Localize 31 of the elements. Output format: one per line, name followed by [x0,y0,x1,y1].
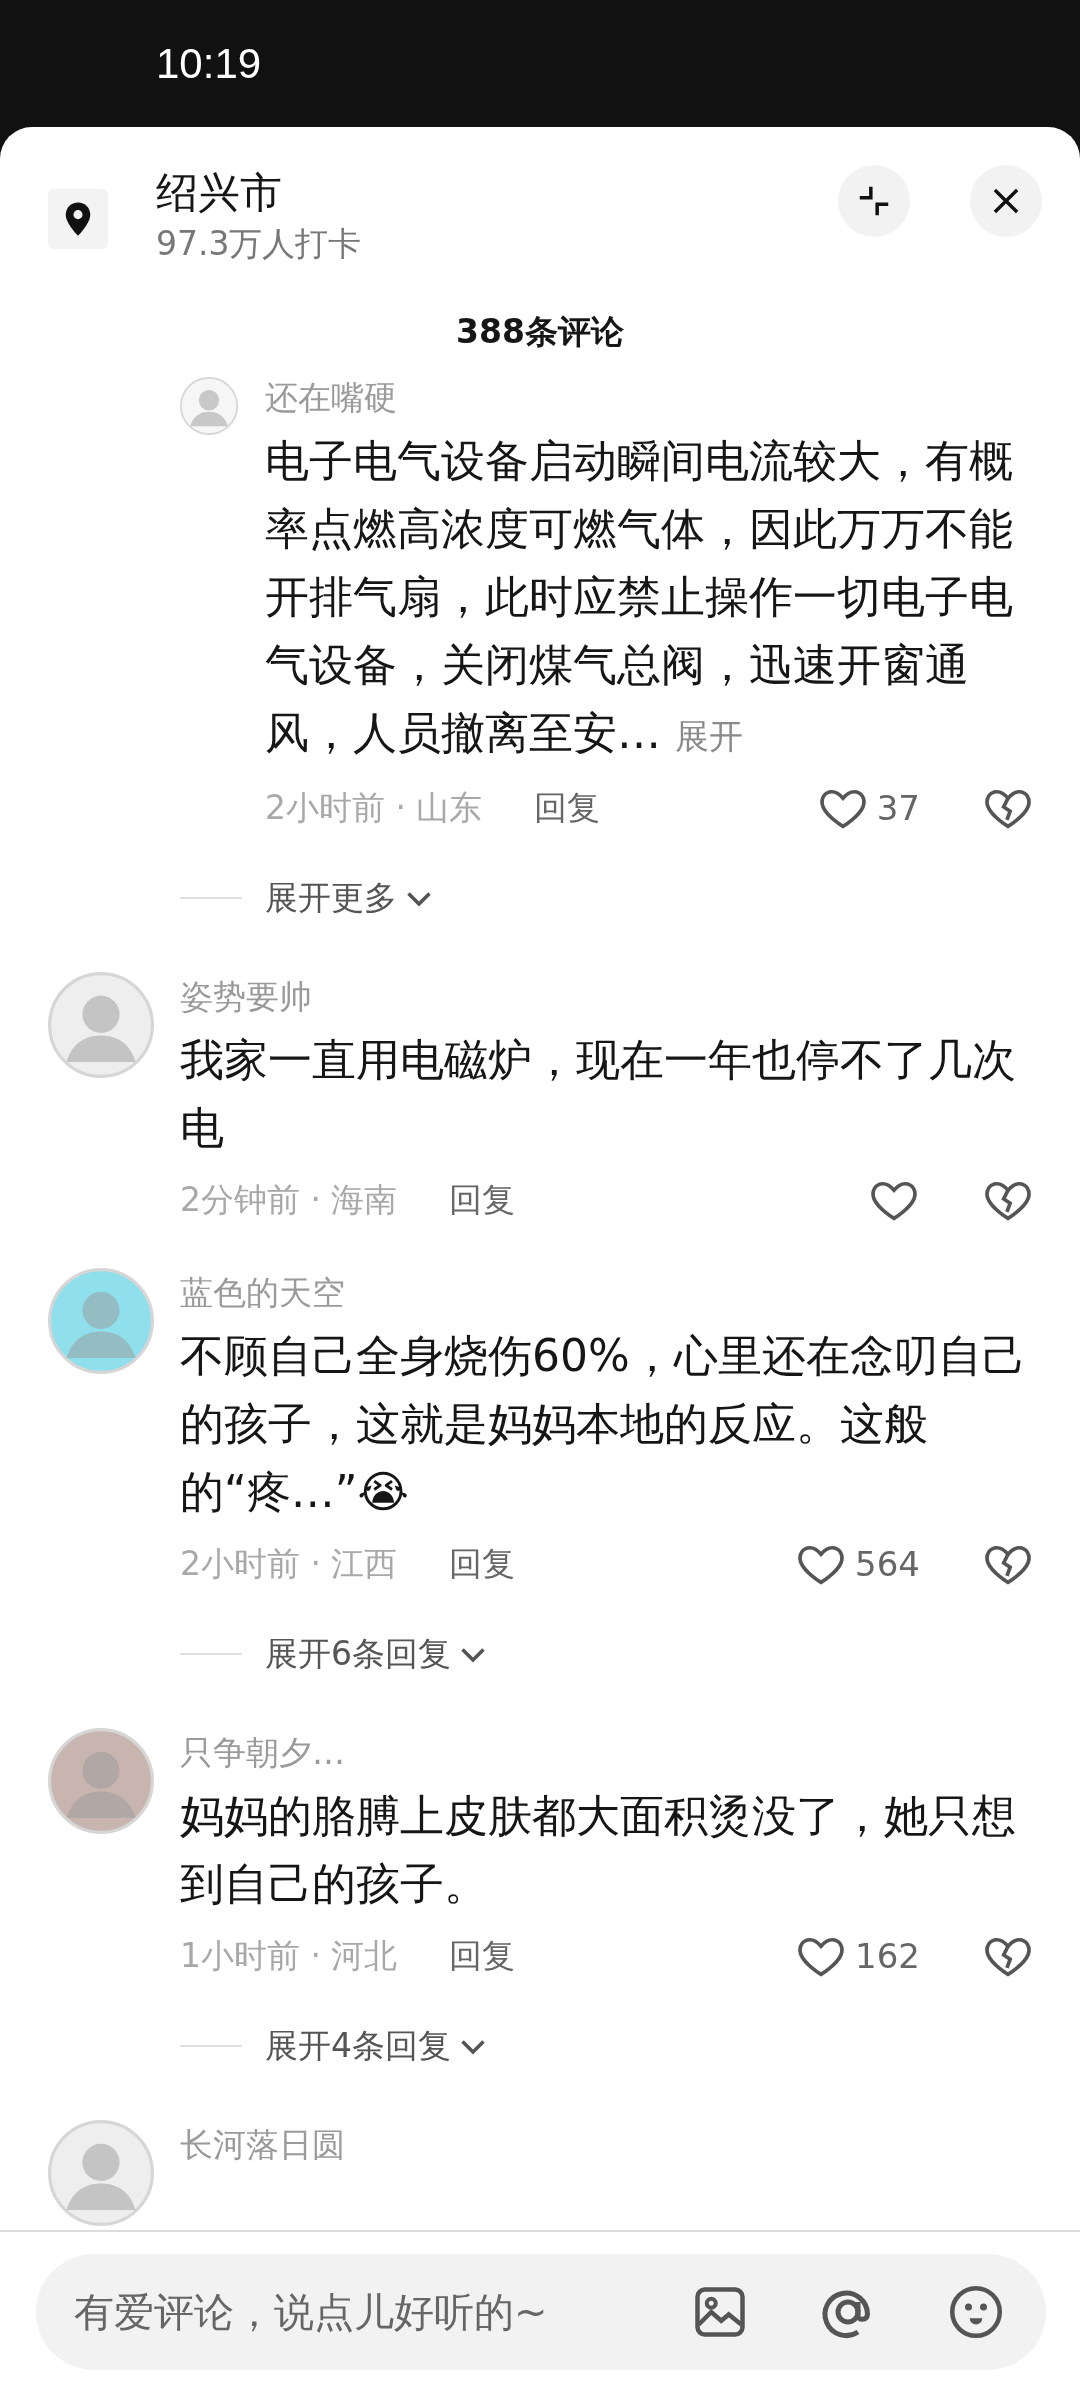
status-time: 10:19 [156,39,262,88]
reply-link[interactable]: 回复 [449,1177,516,1223]
reply-link[interactable]: 回复 [449,1541,516,1587]
reply-link[interactable]: 回复 [449,1933,516,1979]
like-button[interactable]: 564 [795,1538,920,1590]
expand-replies-button[interactable]: 展开4条回复 [265,2023,491,2069]
like-button[interactable]: 37 [816,782,920,834]
comment-time-location: 2小时前 · 山东 [265,786,483,829]
comment-text: 妈妈的胳膊上皮肤都大面积烫没了，她只想到自己的孩子。 [180,1789,1017,1911]
comment-text: 电子电气设备启动瞬间电流较大，有概率点燃高浓度可燃气体，因此万万不能开排气扇，此时应禁止操作一切电子电气设备，关闭煤气总阀，迅速开窗通风，人员撤离至安… 展开 [265,434,1014,760]
expand-link[interactable]: 展开 [675,716,743,756]
username: 长河落日圆 [180,2124,346,2166]
reply-link[interactable]: 回复 [534,785,601,831]
comment-time-location: 2分钟前 · 海南 [180,1178,398,1221]
comment-input[interactable]: 有爱评论，说点儿好听的~ [72,2288,622,2336]
comment-time-location: 1小时前 · 河北 [180,1934,398,1977]
comment-time-location: 2小时前 · 江西 [180,1542,398,1585]
location-button[interactable] [48,189,108,249]
checkin-count: 97.3万人打卡 [156,223,363,265]
username: 只争朝夕… [180,1732,346,1774]
avatar [180,377,238,435]
username: 姿势要帅 [180,976,313,1018]
like-button[interactable]: 162 [795,1930,920,1982]
expand-replies-button[interactable]: 展开6条回复 [265,1631,491,1677]
comment-count: 388条评论 [456,311,624,353]
username: 蓝色的天空 [180,1272,346,1314]
comment-text: 不顾自己全身烧伤60%，心里还在念叨自己的孩子，这就是妈妈本地的反应。这般的“疼…”😭 [180,1329,1027,1519]
location-title: 绍兴市 [156,167,283,219]
username: 还在嘴硬 [265,377,398,419]
expand-replies-button[interactable]: 展开更多 [265,875,437,921]
comment-text: 我家一直用电磁炉，现在一年也停不了几次电 [180,1033,1017,1155]
